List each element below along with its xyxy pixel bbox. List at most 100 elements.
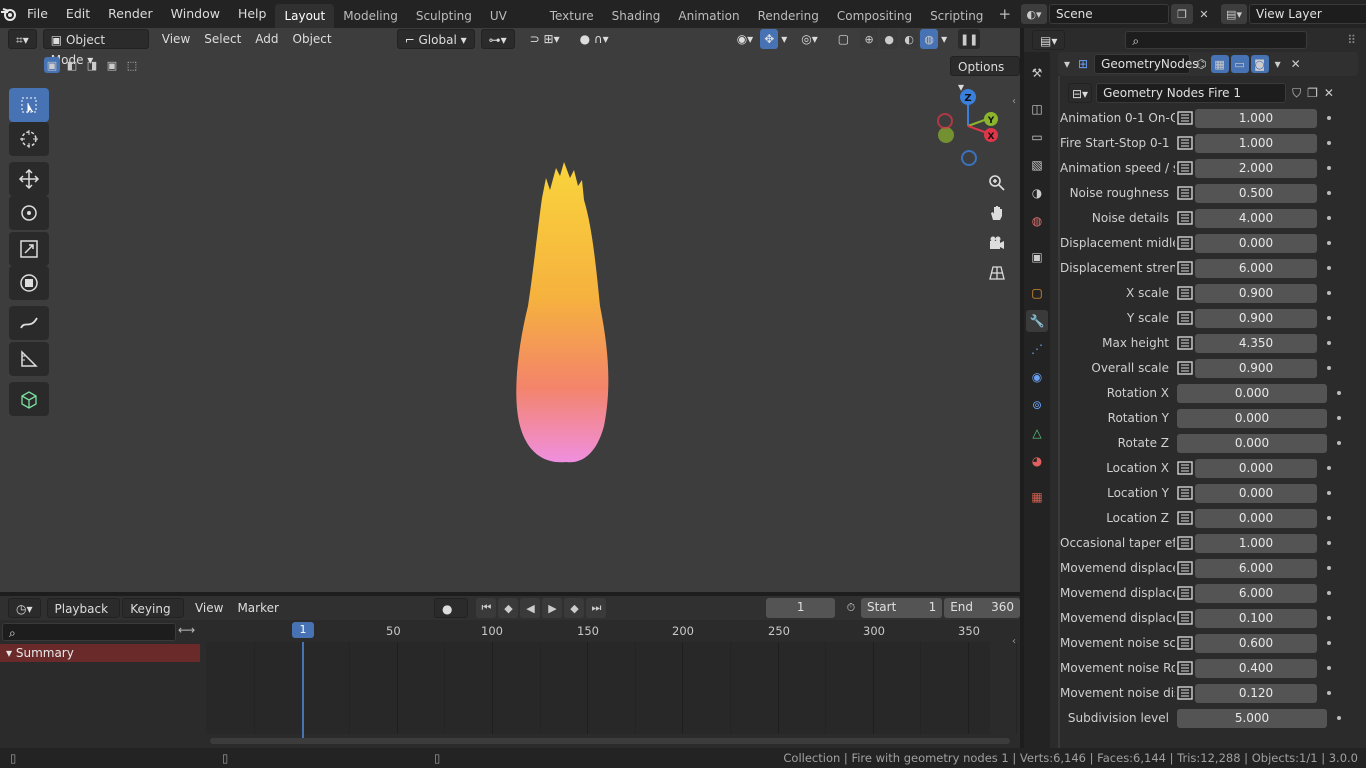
play-reverse-icon[interactable]: ◀ bbox=[520, 598, 541, 618]
prev-keyframe-icon[interactable]: ◆ bbox=[498, 598, 519, 618]
keyframe-dot-icon[interactable] bbox=[1327, 241, 1331, 245]
input-value-field[interactable]: 0.000 bbox=[1195, 508, 1317, 528]
marker-menu[interactable]: Marker bbox=[230, 598, 285, 618]
attribute-toggle-icon[interactable] bbox=[1175, 459, 1195, 477]
scene-icon[interactable]: ◐▾ bbox=[1021, 4, 1048, 24]
data-tab-icon[interactable]: △ bbox=[1026, 422, 1048, 444]
select-box-tool[interactable] bbox=[9, 88, 49, 122]
object-tab-icon[interactable]: ▢ bbox=[1026, 282, 1048, 304]
view-layer-field[interactable]: View Layer bbox=[1249, 4, 1366, 24]
annotate-tool[interactable] bbox=[9, 306, 49, 340]
properties-editor-type-icon[interactable]: ▤▾ bbox=[1032, 30, 1066, 50]
input-value-field[interactable]: 0.500 bbox=[1195, 183, 1317, 203]
attribute-toggle-icon[interactable] bbox=[1175, 509, 1195, 527]
menu-file[interactable]: File bbox=[18, 0, 57, 28]
unlink-icon[interactable]: ✕ bbox=[1324, 86, 1334, 100]
camera-view-icon[interactable] bbox=[984, 230, 1010, 256]
zoom-icon[interactable] bbox=[984, 170, 1010, 196]
keyframe-dot-icon[interactable] bbox=[1327, 591, 1331, 595]
navigation-gizmo[interactable]: Z Y X bbox=[930, 88, 1008, 168]
keyframe-dot-icon[interactable] bbox=[1337, 716, 1341, 720]
swap-icon[interactable]: ⟷ bbox=[178, 623, 198, 637]
rendered-shading-icon[interactable]: ◍ bbox=[920, 29, 939, 49]
remove-scene-icon[interactable]: ✕ bbox=[1193, 4, 1215, 24]
constraints-tab-icon[interactable]: ⊚ bbox=[1026, 394, 1048, 416]
input-value-field[interactable]: 0.000 bbox=[1177, 433, 1327, 453]
viewport-display-icon[interactable]: ▭ bbox=[1230, 55, 1249, 73]
attribute-toggle-icon[interactable] bbox=[1175, 359, 1195, 377]
channel-search-input[interactable]: ⌕ bbox=[2, 623, 176, 641]
input-value-field[interactable]: 0.900 bbox=[1195, 358, 1317, 378]
input-value-field[interactable]: 0.600 bbox=[1195, 633, 1317, 653]
input-value-field[interactable]: 4.000 bbox=[1195, 208, 1317, 228]
summary-channel[interactable]: ▾ Summary bbox=[0, 644, 200, 662]
tab-sculpting[interactable]: Sculpting bbox=[407, 4, 481, 28]
node-group-field[interactable]: Geometry Nodes Fire 1 bbox=[1096, 83, 1287, 103]
select-invert-icon[interactable]: ▣ bbox=[104, 57, 120, 73]
solid-shading-icon[interactable]: ● bbox=[880, 29, 899, 49]
attribute-toggle-icon[interactable] bbox=[1175, 109, 1195, 127]
input-value-field[interactable]: 0.000 bbox=[1195, 483, 1317, 503]
attribute-toggle-icon[interactable] bbox=[1175, 584, 1195, 602]
keying-menu[interactable]: Keying ▾ bbox=[122, 598, 184, 636]
input-value-field[interactable]: 1.000 bbox=[1195, 108, 1317, 128]
playhead-frame-indicator[interactable]: 1 bbox=[292, 622, 314, 638]
keyframe-dot-icon[interactable] bbox=[1327, 191, 1331, 195]
keyframe-dot-icon[interactable] bbox=[1327, 366, 1331, 370]
attribute-toggle-icon[interactable] bbox=[1175, 259, 1195, 277]
attribute-toggle-icon[interactable] bbox=[1175, 134, 1195, 152]
render-display-icon[interactable]: ◙ bbox=[1250, 55, 1269, 73]
input-value-field[interactable]: 5.000 bbox=[1177, 708, 1327, 728]
tab-modeling[interactable]: Modeling bbox=[334, 4, 407, 28]
overlay-icon[interactable]: ◎▾ bbox=[794, 29, 825, 49]
tab-animation[interactable]: Animation bbox=[669, 4, 748, 28]
keyframe-dot-icon[interactable] bbox=[1337, 391, 1341, 395]
rotate-tool[interactable] bbox=[9, 196, 49, 230]
material-shading-icon[interactable]: ◐ bbox=[900, 29, 919, 49]
input-value-field[interactable]: 1.000 bbox=[1195, 533, 1317, 553]
keyframe-dot-icon[interactable] bbox=[1327, 266, 1331, 270]
input-value-field[interactable]: 0.000 bbox=[1177, 408, 1327, 428]
xray-icon[interactable]: ▢ bbox=[831, 29, 856, 49]
measure-tool[interactable] bbox=[9, 342, 49, 376]
world-tab-icon[interactable]: ◍ bbox=[1026, 210, 1048, 232]
attribute-toggle-icon[interactable] bbox=[1175, 284, 1195, 302]
menu-view[interactable]: View bbox=[155, 29, 197, 49]
scale-tool[interactable] bbox=[9, 232, 49, 266]
attribute-toggle-icon[interactable] bbox=[1175, 309, 1195, 327]
input-value-field[interactable]: 6.000 bbox=[1195, 558, 1317, 578]
view-layer-icon[interactable]: ▤▾ bbox=[1221, 4, 1248, 24]
keyframe-dot-icon[interactable] bbox=[1327, 466, 1331, 470]
attribute-toggle-icon[interactable] bbox=[1175, 334, 1195, 352]
input-value-field[interactable]: 0.900 bbox=[1195, 308, 1317, 328]
keyframe-dot-icon[interactable] bbox=[1327, 616, 1331, 620]
collection-tab-icon[interactable]: ▣ bbox=[1026, 246, 1048, 268]
end-frame-field[interactable]: End 360 bbox=[944, 598, 1020, 618]
cage-icon[interactable]: ▦ bbox=[1210, 55, 1229, 73]
keyframe-dot-icon[interactable] bbox=[1327, 316, 1331, 320]
snap-icon[interactable]: ⊃ ⊞▾ bbox=[523, 29, 567, 49]
menu-select[interactable]: Select bbox=[197, 29, 248, 49]
keyframe-dot-icon[interactable] bbox=[1327, 691, 1331, 695]
properties-search-input[interactable]: ⌕ bbox=[1125, 31, 1308, 49]
pivot-icon[interactable]: ⊶▾ bbox=[480, 29, 515, 49]
3d-viewport[interactable]: ⌗▾ ▣ Object Mode ▾ View Select Add Objec… bbox=[0, 28, 1020, 592]
properties-drag-icon[interactable]: ⠿ bbox=[1347, 33, 1356, 47]
particles-tab-icon[interactable]: ⋰ bbox=[1026, 338, 1048, 360]
timeline-ruler[interactable]: 50 100 150 200 250 300 350 1 bbox=[206, 621, 990, 641]
select-subtract-icon[interactable]: ◨ bbox=[84, 57, 100, 73]
modifier-panel-header[interactable]: ▾ ⊞ GeometryNodes ⌬ ▦ ▭ ◙ ▾ ✕ bbox=[1058, 52, 1358, 76]
gizmo-toggle-icon[interactable]: ✥ bbox=[760, 29, 779, 49]
dopesheet-area[interactable] bbox=[206, 642, 1017, 742]
menu-object[interactable]: Object bbox=[286, 29, 339, 49]
menu-render[interactable]: Render bbox=[99, 0, 162, 28]
keyframe-dot-icon[interactable] bbox=[1327, 666, 1331, 670]
attribute-toggle-icon[interactable] bbox=[1175, 609, 1195, 627]
keyframe-dot-icon[interactable] bbox=[1337, 416, 1341, 420]
record-icon[interactable]: ● ▾ bbox=[433, 598, 469, 636]
playback-menu[interactable]: Playback ▾ bbox=[46, 598, 121, 636]
attribute-toggle-icon[interactable] bbox=[1175, 159, 1195, 177]
play-icon[interactable]: ▶ bbox=[542, 598, 563, 618]
gizmo-dropdown-icon[interactable]: ▾ bbox=[778, 29, 790, 49]
keyframe-dot-icon[interactable] bbox=[1327, 491, 1331, 495]
